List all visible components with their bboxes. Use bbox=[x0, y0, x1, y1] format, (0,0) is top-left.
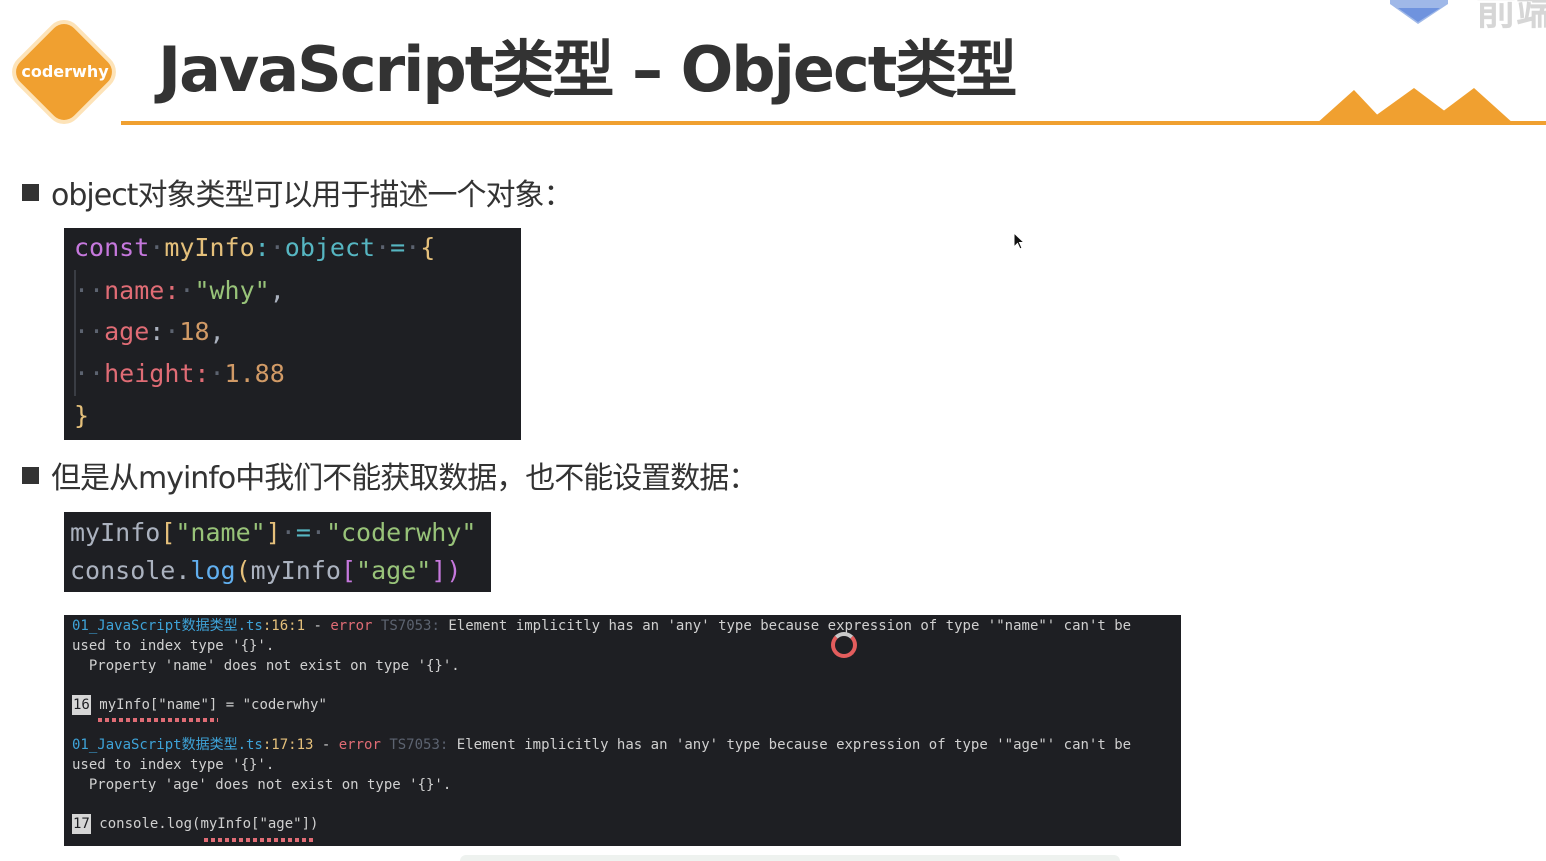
code-block-object-declaration: const·myInfo:·object·=·{ ··name:·"why", … bbox=[64, 228, 521, 440]
error-underline bbox=[98, 718, 218, 722]
bullet-square-icon bbox=[22, 467, 39, 484]
code-line: } bbox=[74, 401, 90, 430]
code-line: console.log(myInfo["age"]) bbox=[70, 556, 462, 585]
line-number: 16 bbox=[72, 695, 91, 715]
code-line: const·myInfo:·object·=·{ bbox=[74, 233, 436, 262]
mouse-cursor-icon bbox=[1013, 232, 1026, 250]
error-message-continued: used to index type '{}'. bbox=[72, 757, 275, 773]
error-header-line: 01_JavaScript数据类型.ts:16:1 - error TS7053… bbox=[72, 618, 1132, 634]
logo-text: coderwhy bbox=[21, 62, 109, 81]
bullet-object-description: object对象类型可以用于描述一个对象： bbox=[22, 170, 573, 214]
page-title: JavaScript类型 – Object类型 bbox=[158, 33, 1017, 106]
line-number: 17 bbox=[72, 814, 91, 834]
mountains-decoration bbox=[1316, 88, 1514, 124]
coderwhy-logo: coderwhy bbox=[10, 18, 120, 128]
bullet-access-limitation: 但是从myinfo中我们不能获取数据，也不能设置数据： bbox=[22, 453, 758, 497]
error-source-line: 16 myInfo["name"] = "coderwhy" bbox=[72, 695, 327, 715]
bottom-overlay-bar bbox=[460, 855, 1120, 861]
corner-brand-icon bbox=[1390, 0, 1448, 24]
error-underline bbox=[204, 838, 316, 842]
bullet-text: object对象类型可以用于描述一个对象： bbox=[51, 178, 573, 213]
error-header-line: 01_JavaScript数据类型.ts:17:13 - error TS705… bbox=[72, 737, 1132, 753]
corner-brand-text: 前端 bbox=[1476, 0, 1546, 34]
indent-guide bbox=[74, 270, 76, 396]
error-detail: Property 'name' does not exist on type '… bbox=[72, 658, 460, 674]
terminal-error-output: 01_JavaScript数据类型.ts:16:1 - error TS7053… bbox=[64, 615, 1181, 846]
error-message-continued: used to index type '{}'. bbox=[72, 638, 275, 654]
code-block-property-access: myInfo["name"]·=·"coderwhy" console.log(… bbox=[64, 512, 491, 592]
code-line: ··name:·"why", bbox=[74, 276, 285, 305]
bullet-square-icon bbox=[22, 184, 39, 201]
bullet-text: 但是从myinfo中我们不能获取数据，也不能设置数据： bbox=[51, 461, 758, 496]
error-source-line: 17 console.log(myInfo["age"]) bbox=[72, 814, 319, 834]
code-line: ··age:·18, bbox=[74, 317, 225, 346]
loading-spinner-icon bbox=[831, 632, 857, 658]
code-line: ··height:·1.88 bbox=[74, 359, 285, 388]
code-line: myInfo["name"]·=·"coderwhy" bbox=[70, 518, 477, 547]
error-detail: Property 'age' does not exist on type '{… bbox=[72, 777, 452, 793]
